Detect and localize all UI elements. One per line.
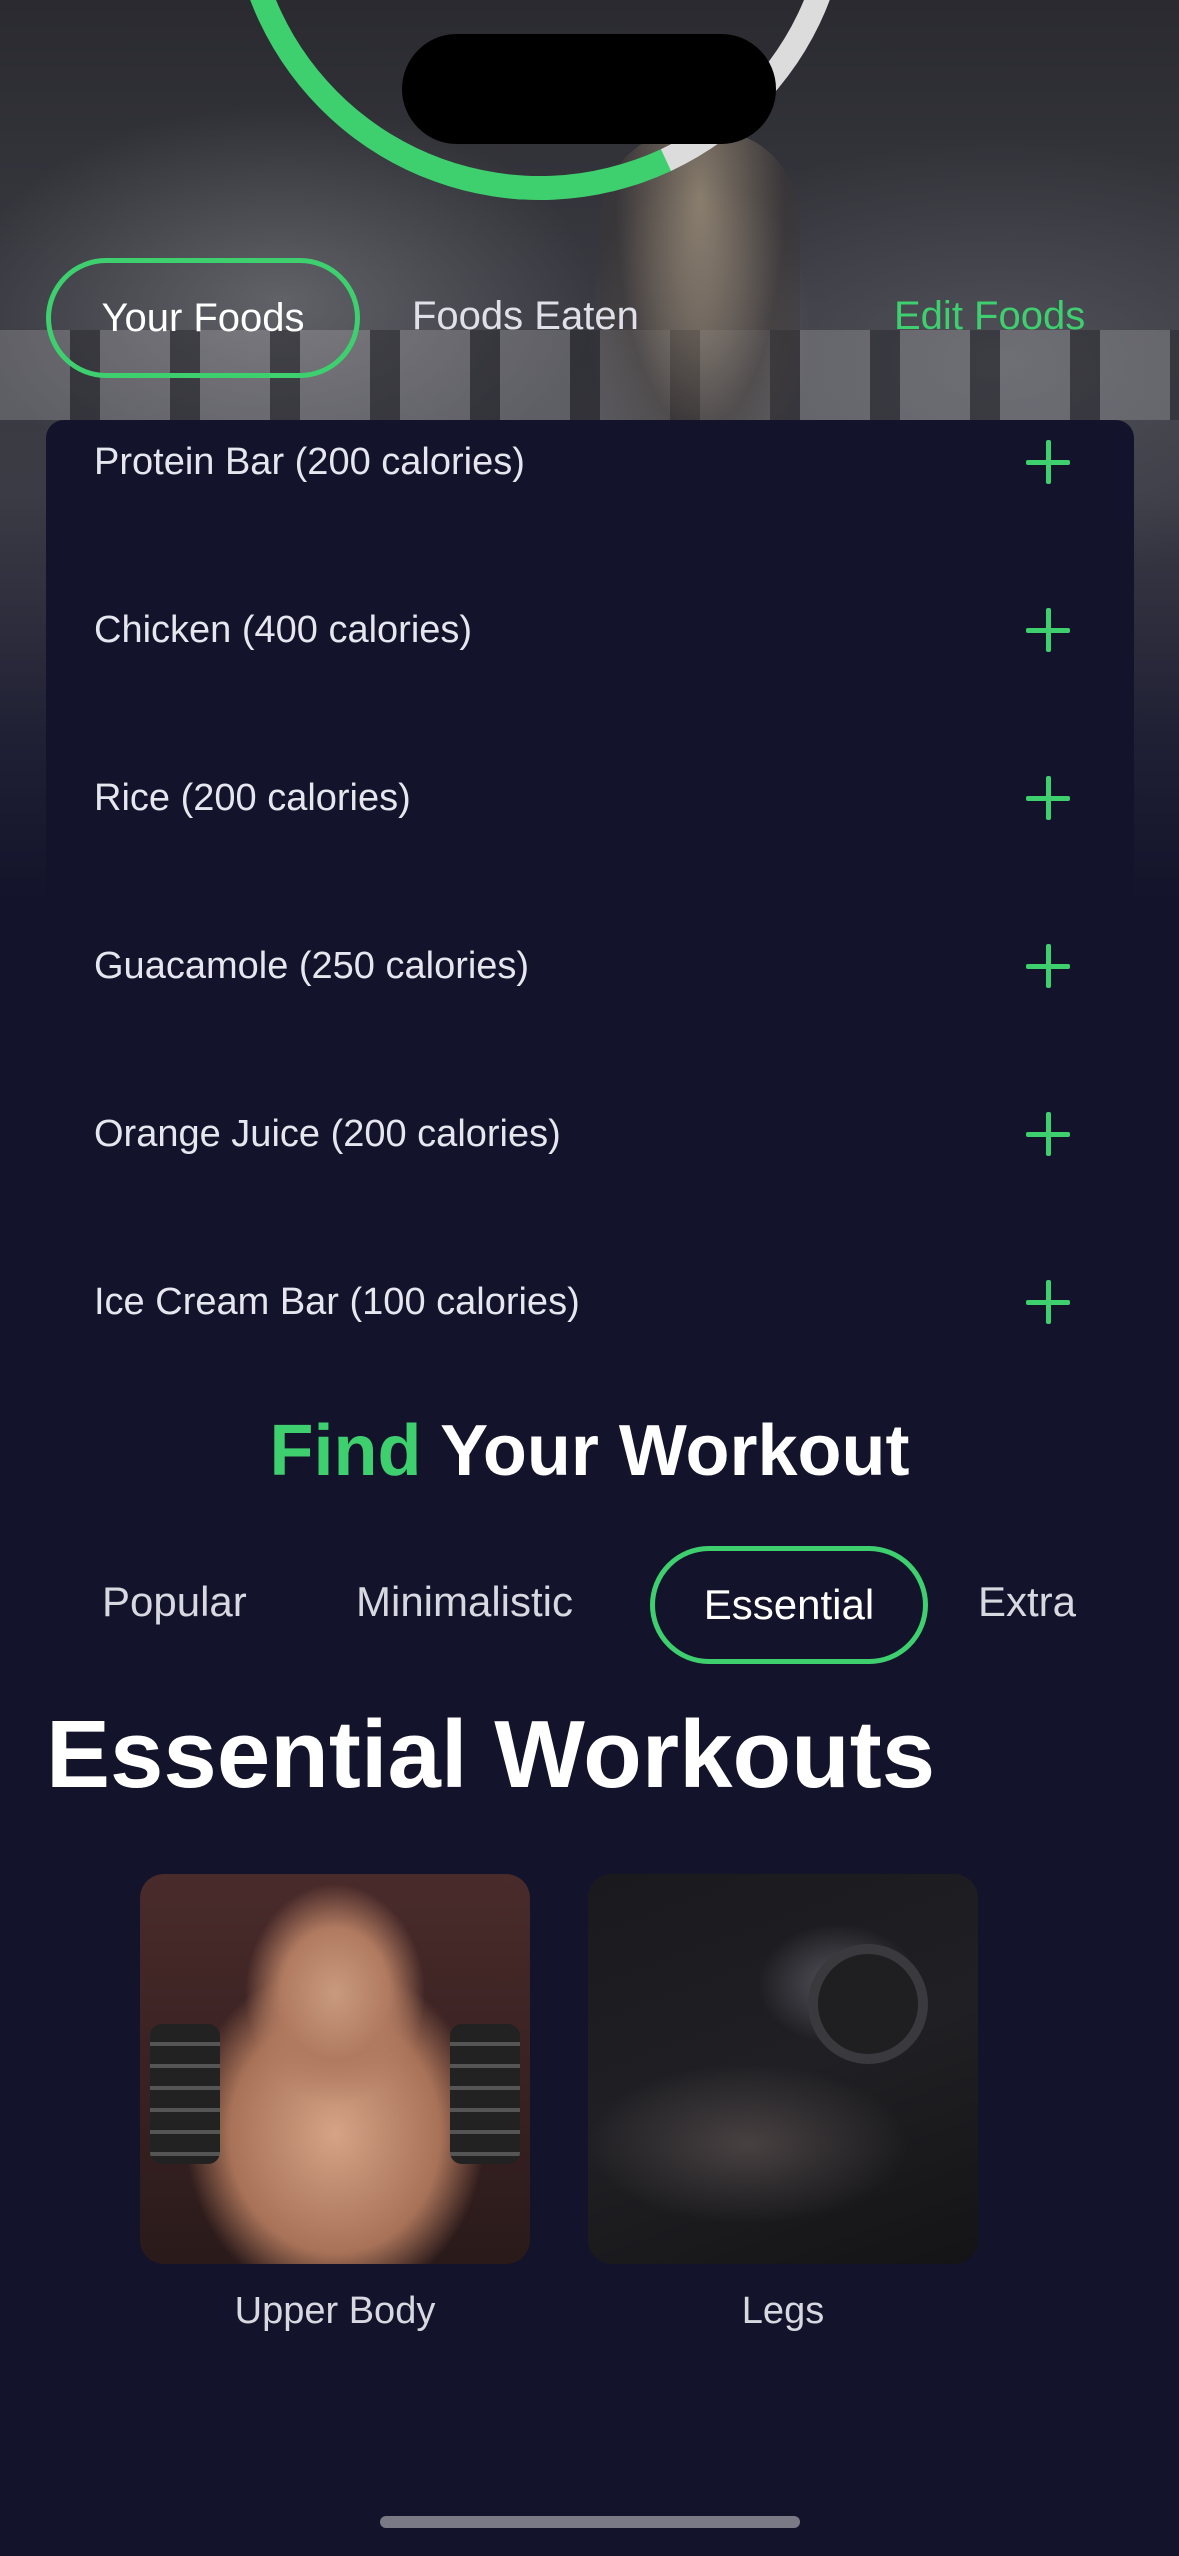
tab-minimalistic[interactable]: Minimalistic [356, 1578, 573, 1626]
find-workout-heading: Find Your Workout [0, 1410, 1179, 1492]
tab-extra[interactable]: Extra [978, 1578, 1076, 1626]
tab-your-foods[interactable]: Your Foods [46, 258, 360, 378]
food-item-label: Protein Bar (200 calories) [94, 440, 525, 483]
section-title: Essential Workouts [46, 1701, 936, 1808]
plus-icon[interactable] [1026, 1112, 1070, 1156]
plus-icon[interactable] [1026, 1280, 1070, 1324]
food-item-label: Orange Juice (200 calories) [94, 1112, 561, 1155]
plus-icon[interactable] [1026, 776, 1070, 820]
food-item-label: Ice Cream Bar (100 calories) [94, 1280, 580, 1323]
food-list: Protein Bar (200 calories) Chicken (400 … [46, 420, 1134, 1380]
tab-popular[interactable]: Popular [102, 1578, 247, 1626]
weight-plate [808, 1944, 928, 2064]
find-workout-rest: Your Workout [440, 1411, 910, 1491]
list-item: Rice (200 calories) [46, 748, 1134, 848]
list-item: Ice Cream Bar (100 calories) [46, 1252, 1134, 1352]
list-item: Protein Bar (200 calories) [46, 412, 1134, 512]
dumbbell-right [450, 2024, 520, 2164]
workout-card-label: Legs [741, 2290, 825, 2332]
dynamic-island [402, 34, 776, 144]
edit-foods-button[interactable]: Edit Foods [894, 294, 1085, 339]
workout-card-upper-body[interactable] [140, 1874, 530, 2264]
dumbbell-left [150, 2024, 220, 2164]
list-item: Orange Juice (200 calories) [46, 1084, 1134, 1184]
plus-icon[interactable] [1026, 944, 1070, 988]
tab-essential-label: Essential [703, 1581, 875, 1628]
home-indicator[interactable] [380, 2516, 800, 2528]
plus-icon[interactable] [1026, 440, 1070, 484]
food-item-label: Chicken (400 calories) [94, 608, 473, 651]
food-item-label: Guacamole (250 calories) [94, 944, 530, 987]
list-item: Chicken (400 calories) [46, 580, 1134, 680]
find-workout-accent: Find [269, 1411, 422, 1491]
tab-foods-eaten[interactable]: Foods Eaten [412, 294, 639, 339]
list-item: Guacamole (250 calories) [46, 916, 1134, 1016]
food-item-label: Rice (200 calories) [94, 776, 411, 819]
tab-essential[interactable]: Essential [650, 1546, 928, 1664]
tab-your-foods-label: Your Foods [101, 295, 305, 340]
workout-card-legs[interactable] [588, 1874, 978, 2264]
plus-icon[interactable] [1026, 608, 1070, 652]
workout-card-label: Upper Body [234, 2290, 436, 2332]
